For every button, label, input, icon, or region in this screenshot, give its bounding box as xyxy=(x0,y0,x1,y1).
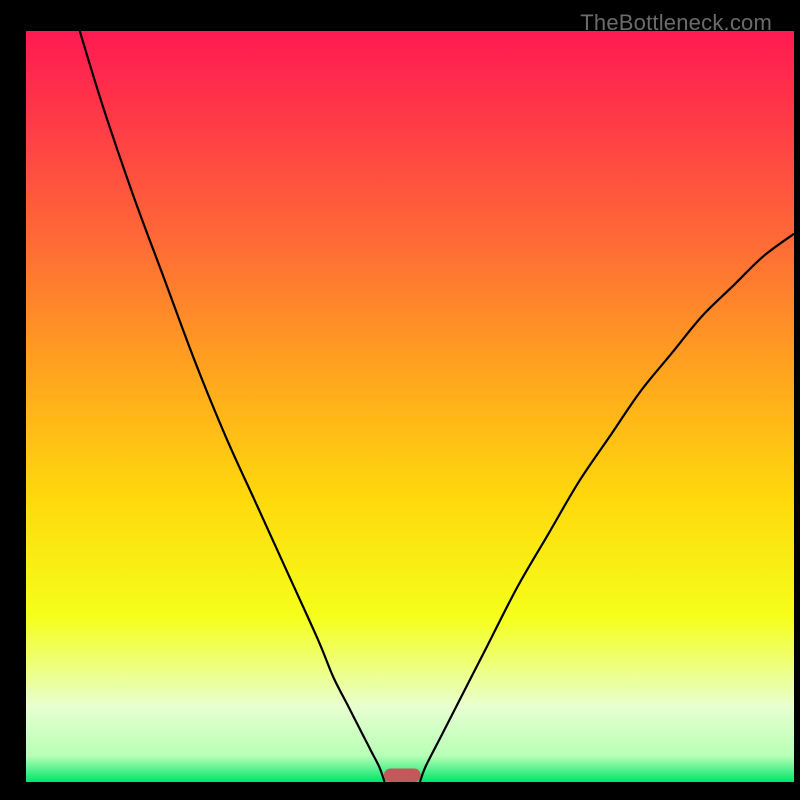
plot-area xyxy=(26,31,794,782)
marker-group xyxy=(384,768,421,782)
chart-frame: TheBottleneck.com xyxy=(10,10,790,790)
gradient-background xyxy=(26,31,794,782)
chart-canvas xyxy=(26,31,794,782)
optimal-marker xyxy=(384,768,421,782)
watermark-text: TheBottleneck.com xyxy=(580,10,772,36)
